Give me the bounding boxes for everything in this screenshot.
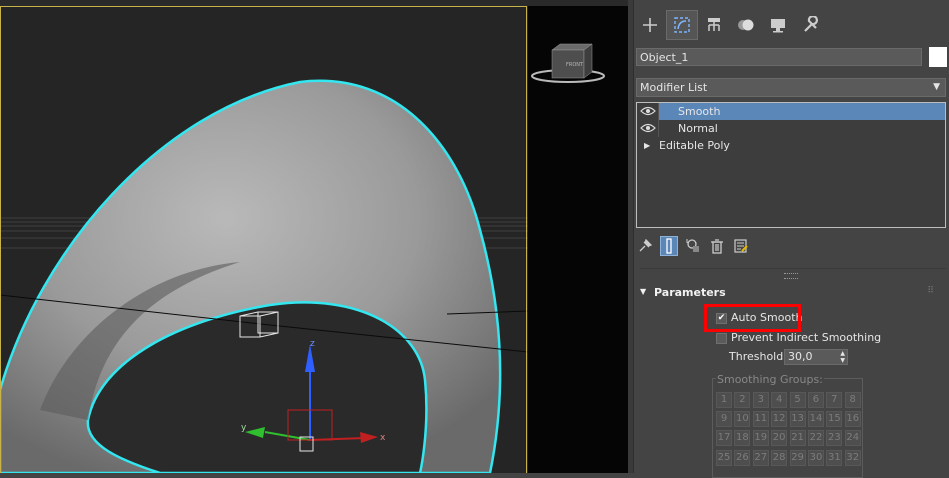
smoothing-group-button[interactable]: 23: [826, 430, 843, 447]
smoothing-group-button[interactable]: 18: [734, 430, 751, 447]
stack-item-normal[interactable]: Normal: [637, 120, 945, 137]
modifier-stack[interactable]: Smooth Normal ▶ Editable Poly: [636, 102, 946, 228]
smoothing-group-button[interactable]: 27: [752, 449, 769, 466]
smoothing-group-button[interactable]: 24: [844, 430, 861, 447]
smoothing-group-button[interactable]: 20: [771, 430, 788, 447]
gizmo-y-label: y: [241, 423, 247, 433]
stack-item-label: Normal: [678, 122, 718, 135]
smoothing-group-button[interactable]: 12: [771, 411, 788, 428]
prevent-indirect-checkbox[interactable]: [716, 332, 727, 344]
command-panel-tabs: [634, 10, 826, 40]
viewport-perspective[interactable]: z y x FRONT: [0, 0, 628, 473]
gizmo-x-label: x: [380, 433, 386, 443]
hierarchy-icon: [708, 18, 720, 31]
smoothing-group-button[interactable]: 10: [734, 411, 751, 428]
threshold-spinner[interactable]: 30,0 ▲ ▼: [784, 349, 848, 365]
eye-icon: [640, 123, 656, 133]
show-end-result-button[interactable]: [660, 236, 678, 256]
smoothing-group-button[interactable]: 26: [734, 449, 751, 466]
stack-item-label: Smooth: [678, 105, 721, 118]
tab-display[interactable]: [762, 10, 794, 40]
smoothing-group-button[interactable]: 9: [716, 411, 732, 428]
smoothing-group-button[interactable]: 17: [716, 430, 732, 447]
viewport-scene[interactable]: z y x FRONT: [0, 0, 628, 473]
smoothing-group-button[interactable]: 13: [789, 411, 806, 428]
smoothing-group-button[interactable]: 29: [789, 449, 806, 466]
rollout-parameters-header[interactable]: ▼ Parameters ⠿: [636, 284, 946, 302]
make-unique-icon: [686, 239, 699, 252]
smoothing-group-button[interactable]: 3: [752, 392, 769, 408]
smoothing-group-button[interactable]: 15: [826, 411, 843, 428]
smoothing-group-button[interactable]: 8: [844, 392, 861, 408]
annotation-highlight-box: [704, 304, 801, 332]
stack-toolbar: [636, 236, 750, 256]
pin-stack-button[interactable]: [636, 236, 654, 256]
prevent-indirect-checkbox-row[interactable]: Prevent Indirect Smoothing: [716, 330, 881, 346]
display-icon: [771, 19, 785, 33]
collapse-triangle-icon: ▼: [640, 287, 647, 296]
tab-create[interactable]: [634, 10, 666, 40]
modify-icon: [674, 17, 690, 33]
smoothing-groups-grid: 1 2 3 4 5 6 7 8 9 10 11 12 13 14 15 16 17 18 19 20 21 22 23 24 2…: [716, 392, 861, 466]
smoothing-group-button[interactable]: 31: [826, 449, 843, 466]
rollout-grip-icon: ⠿: [927, 286, 934, 296]
smoothing-group-button[interactable]: 16: [844, 411, 861, 428]
smoothing-group-button[interactable]: 5: [789, 392, 806, 408]
smoothing-group-button[interactable]: 2: [734, 392, 751, 408]
command-panel-splitter[interactable]: [628, 0, 634, 473]
smoothing-group-button[interactable]: 25: [716, 449, 732, 466]
smoothing-group-button[interactable]: 19: [752, 430, 769, 447]
smoothing-group-button[interactable]: 1: [716, 392, 732, 408]
smoothing-groups-label: Smoothing Groups:: [716, 373, 824, 386]
gizmo-z-label: z: [310, 339, 315, 349]
smoothing-group-button[interactable]: 7: [826, 392, 843, 408]
smoothing-group-button[interactable]: 22: [807, 430, 824, 447]
tab-hierarchy[interactable]: [698, 10, 730, 40]
configure-icon: [734, 239, 748, 253]
viewcube-face-label: FRONT: [566, 62, 584, 68]
eye-icon: [640, 106, 656, 116]
configure-modifier-sets-button[interactable]: [732, 236, 750, 256]
chevron-down-icon: ▼: [933, 82, 940, 92]
motion-icon: [738, 19, 754, 31]
modifier-list-dropdown[interactable]: Modifier List ▼: [636, 78, 946, 97]
smoothing-group-button[interactable]: 21: [789, 430, 806, 447]
tab-utilities[interactable]: [794, 10, 826, 40]
toggle-visibility[interactable]: [637, 120, 659, 137]
smoothing-group-button[interactable]: 30: [807, 449, 824, 466]
prevent-indirect-label: Prevent Indirect Smoothing: [731, 331, 882, 344]
object-name-field[interactable]: Object_1: [636, 48, 922, 66]
plus-icon: [643, 18, 657, 32]
smoothing-group-button[interactable]: 14: [807, 411, 824, 428]
tab-motion[interactable]: [730, 10, 762, 40]
panel-resize-grip[interactable]: [784, 273, 798, 279]
stack-item-smooth[interactable]: Smooth: [637, 103, 945, 120]
divider: [640, 268, 946, 269]
wrench-icon: [804, 16, 818, 32]
modifier-list-label: Modifier List: [640, 81, 708, 94]
threshold-value: 30,0: [788, 350, 813, 363]
trash-icon: [711, 239, 723, 254]
viewcube-side-face[interactable]: [583, 43, 593, 79]
smoothing-group-button[interactable]: 4: [771, 392, 788, 408]
smoothing-group-button[interactable]: 6: [807, 392, 824, 408]
object-color-swatch[interactable]: [929, 47, 947, 67]
show-end-result-icon: [666, 238, 672, 254]
toggle-visibility[interactable]: [637, 103, 659, 120]
rollout-title: Parameters: [654, 286, 726, 299]
pin-stack-icon: [639, 239, 652, 252]
smoothing-group-button[interactable]: 32: [844, 449, 861, 466]
smoothing-group-button[interactable]: 11: [752, 411, 769, 428]
stack-item-editable-poly[interactable]: ▶ Editable Poly: [637, 137, 945, 154]
remove-modifier-button[interactable]: [708, 236, 726, 256]
make-unique-button[interactable]: [684, 236, 702, 256]
tab-modify[interactable]: [666, 10, 698, 40]
spinner-arrows-icon[interactable]: ▲ ▼: [840, 350, 845, 364]
smoothing-group-button[interactable]: 28: [771, 449, 788, 466]
expand-triangle-icon[interactable]: ▶: [644, 137, 650, 154]
stack-item-label: Editable Poly: [659, 139, 730, 152]
threshold-label: Threshold:: [729, 350, 787, 363]
